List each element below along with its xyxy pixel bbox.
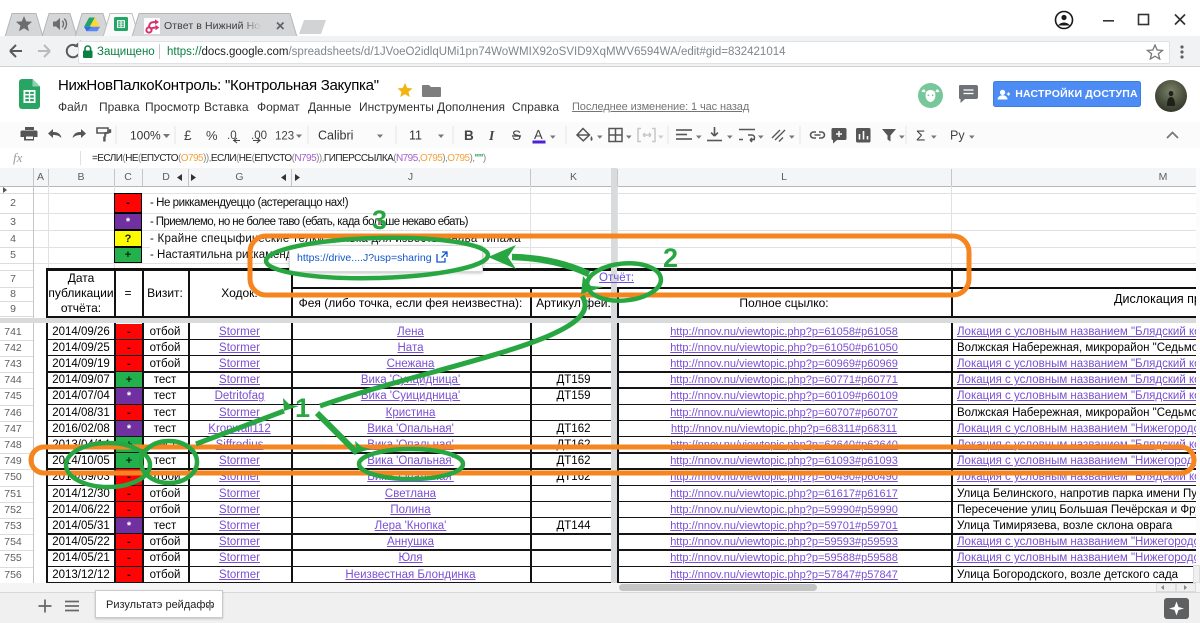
svg-text:1: 1 xyxy=(295,393,310,423)
svg-text:2: 2 xyxy=(663,243,678,273)
svg-text:3: 3 xyxy=(372,205,387,235)
